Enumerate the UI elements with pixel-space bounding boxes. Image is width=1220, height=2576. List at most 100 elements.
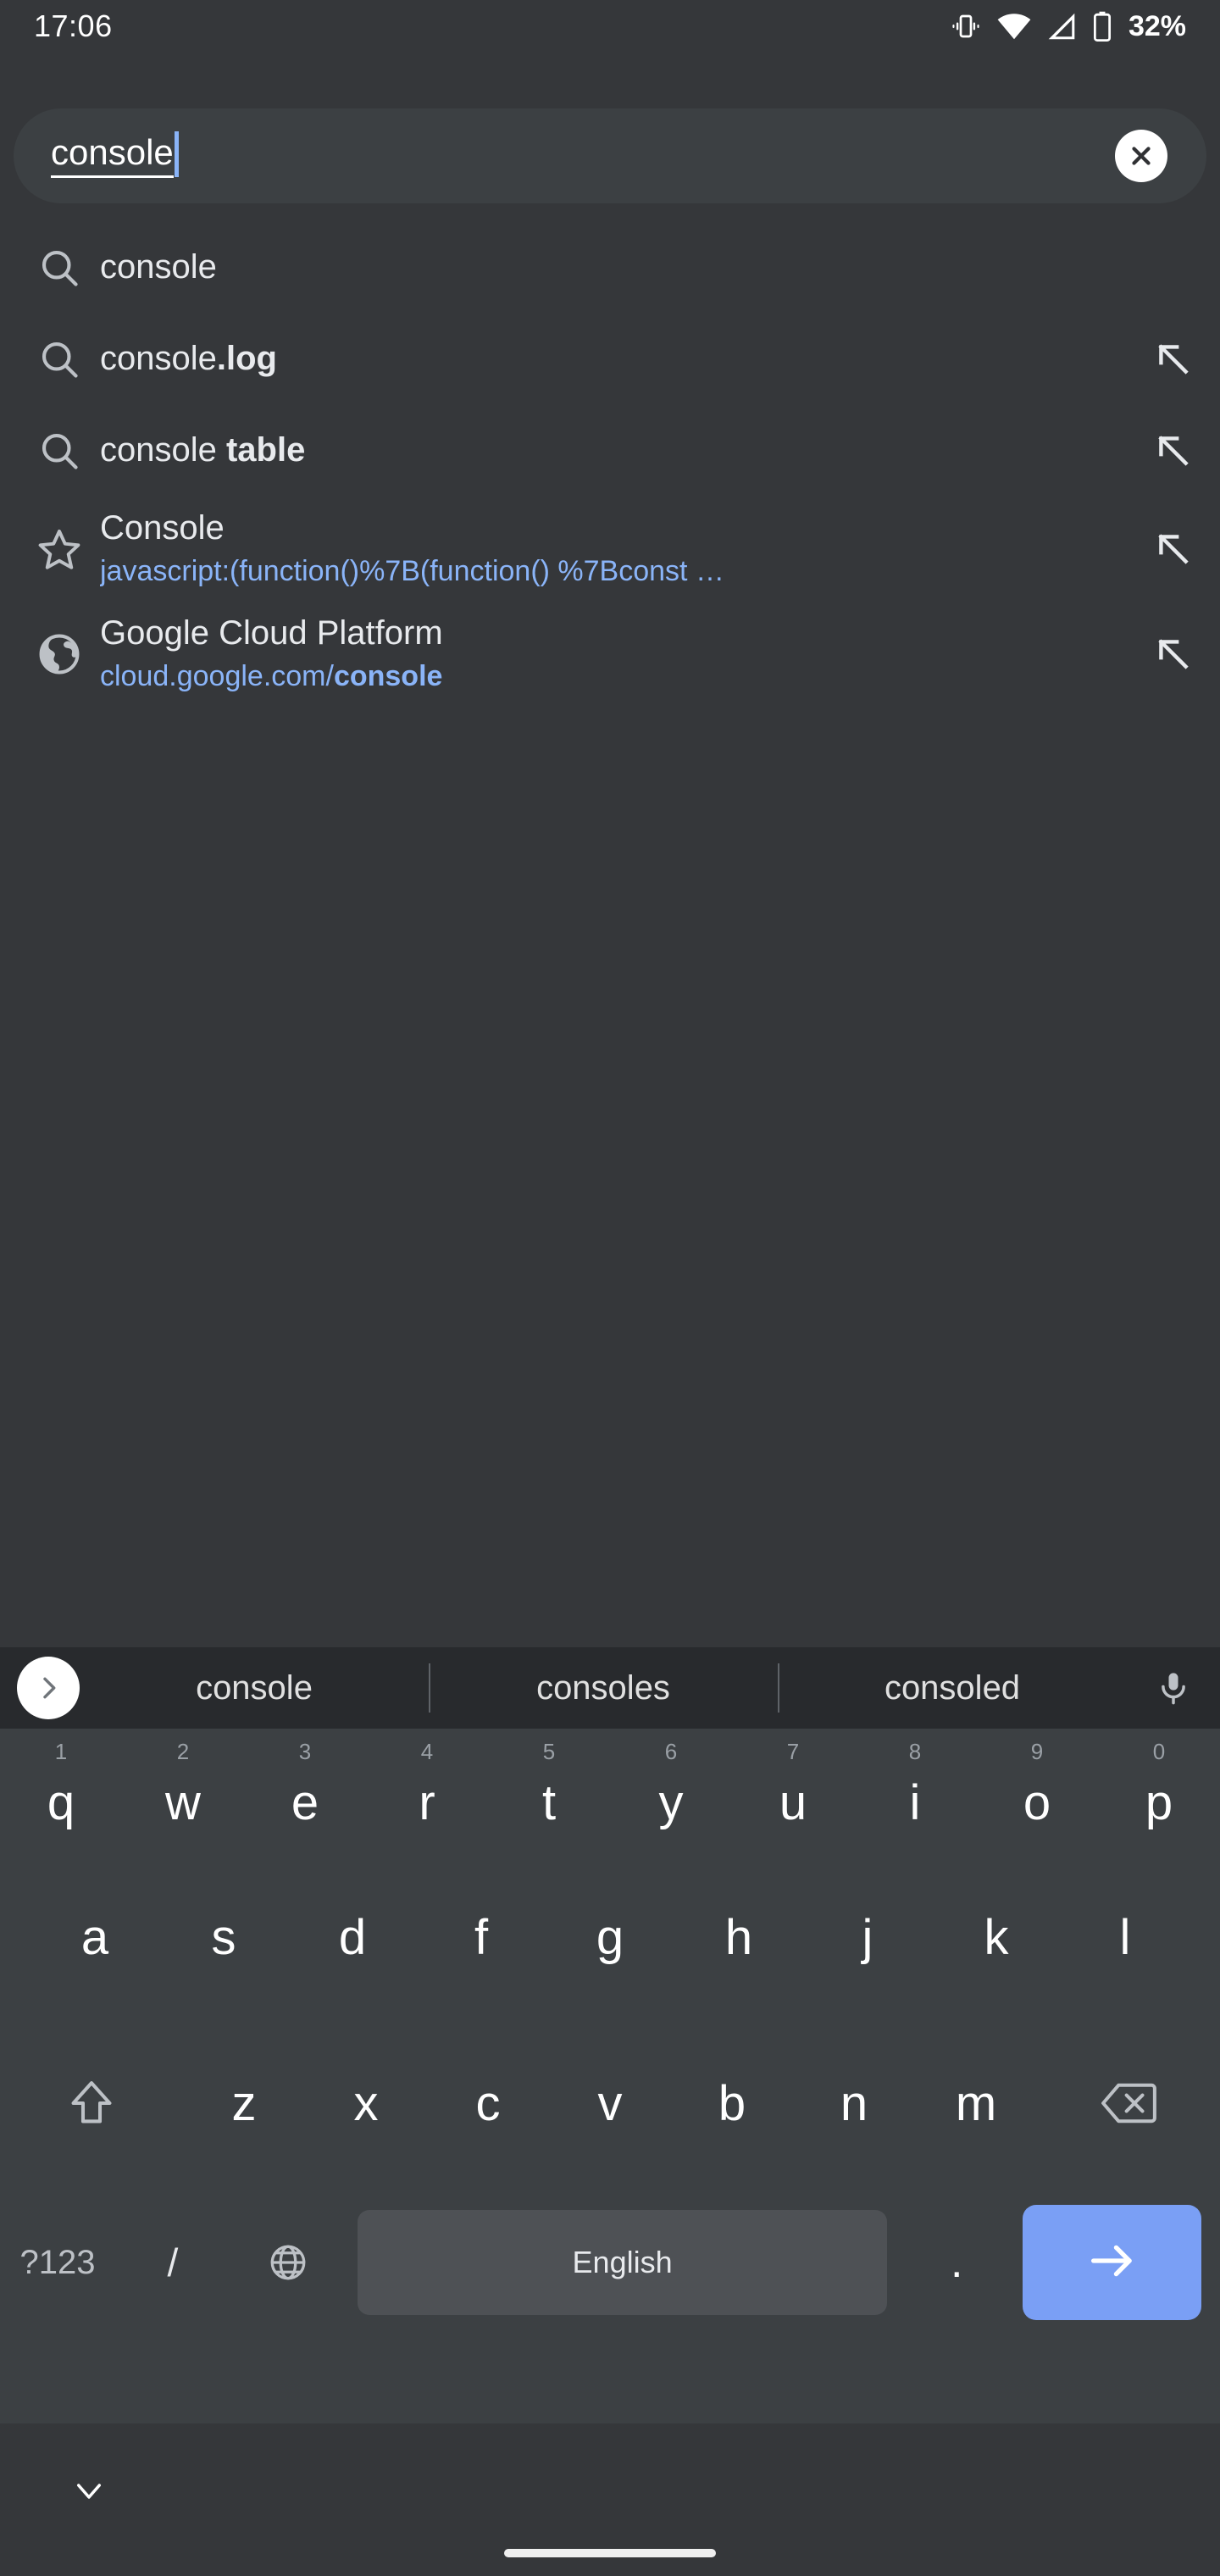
slash-key[interactable]: /	[115, 2186, 230, 2339]
key-q[interactable]: 1q	[0, 1729, 122, 1854]
symbols-key[interactable]: ?123	[0, 2186, 115, 2339]
key-label: t	[541, 1774, 557, 1830]
key-z[interactable]: z	[183, 2020, 305, 2186]
phone-screen: 17:06 32% console console console.log co…	[0, 0, 1220, 2576]
suggestion-title: console	[100, 248, 217, 286]
key-y[interactable]: 6y	[610, 1729, 732, 1854]
space-key[interactable]: English	[357, 2210, 888, 2315]
key-v[interactable]: v	[549, 2020, 671, 2186]
search-input[interactable]: console	[14, 131, 1115, 180]
suggestion-fill-arrow-icon[interactable]	[1127, 528, 1220, 570]
globe-language-icon[interactable]	[230, 2186, 346, 2339]
key-r[interactable]: 4r	[366, 1729, 488, 1854]
keyboard-suggestion-word[interactable]: console	[80, 1669, 429, 1707]
keyboard-suggestion-words: console consoles consoled	[80, 1647, 1127, 1729]
key-label: q	[47, 1774, 75, 1830]
key-label: p	[1145, 1774, 1173, 1830]
key-label: i	[909, 1774, 921, 1830]
star-icon	[19, 525, 100, 573]
enter-key[interactable]	[1023, 2205, 1201, 2320]
key-n[interactable]: n	[793, 2020, 915, 2186]
key-a[interactable]: a	[30, 1854, 159, 2020]
suggestion-subtitle: javascript:(function()%7B(function() %7B…	[100, 554, 724, 587]
battery-percent: 32%	[1128, 9, 1186, 42]
key-t[interactable]: 5t	[488, 1729, 610, 1854]
globe-icon	[19, 630, 100, 678]
suggestion-row[interactable]: console table	[0, 405, 1220, 497]
keyboard-suggestion-word[interactable]: consoled	[778, 1669, 1127, 1707]
search-icon	[19, 429, 100, 473]
key-label: r	[419, 1774, 435, 1830]
key-b[interactable]: b	[671, 2020, 793, 2186]
suggestion-body: console table	[100, 430, 1127, 470]
key-d[interactable]: d	[288, 1854, 417, 2020]
cellular-signal-icon	[1045, 12, 1078, 41]
keyboard-row-2: a s d f g h j k l	[0, 1854, 1220, 2020]
key-number-hint: 1	[54, 1739, 68, 1764]
suggestion-fill-arrow-icon[interactable]	[1127, 430, 1220, 472]
key-number-hint: 2	[176, 1739, 190, 1764]
wifi-icon	[996, 12, 1032, 41]
key-label: y	[658, 1774, 684, 1830]
key-i[interactable]: 8i	[854, 1729, 976, 1854]
status-bar: 17:06 32%	[0, 0, 1220, 53]
microphone-icon[interactable]	[1127, 1666, 1220, 1710]
key-h[interactable]: h	[674, 1854, 803, 2020]
key-label: e	[291, 1774, 319, 1830]
key-p[interactable]: 0p	[1098, 1729, 1220, 1854]
status-time: 17:06	[34, 8, 113, 43]
virtual-keyboard: 1q 2w 3e 4r 5t 6y 7u 8i 9o 0p a s d f g …	[0, 1729, 1220, 2423]
search-icon	[19, 246, 100, 290]
key-u[interactable]: 7u	[732, 1729, 854, 1854]
suggestion-title: console.log	[100, 340, 277, 378]
period-key[interactable]: .	[899, 2186, 1014, 2339]
suggestion-row[interactable]: Google Cloud Platform cloud.google.com/c…	[0, 602, 1220, 707]
keyboard-suggestion-strip: console consoles consoled	[0, 1647, 1220, 1729]
suggestion-title: Google Cloud Platform	[100, 614, 443, 652]
key-w[interactable]: 2w	[122, 1729, 244, 1854]
shift-key[interactable]	[0, 2020, 183, 2186]
key-g[interactable]: g	[546, 1854, 674, 2020]
home-gesture-pill[interactable]	[504, 2549, 716, 2557]
suggestion-row[interactable]: Console javascript:(function()%7B(functi…	[0, 497, 1220, 602]
battery-icon	[1091, 10, 1113, 42]
suggestion-row[interactable]: console	[0, 222, 1220, 314]
vibrate-icon	[949, 11, 983, 42]
keyboard-suggestion-word[interactable]: consoles	[429, 1669, 778, 1707]
arrow-right-icon	[1088, 2241, 1137, 2285]
suggestion-body: console	[100, 247, 1127, 287]
key-label: u	[779, 1774, 807, 1830]
suggestion-title: console table	[100, 431, 306, 469]
key-l[interactable]: l	[1061, 1854, 1190, 2020]
key-number-hint: 0	[1152, 1739, 1166, 1764]
text-cursor	[174, 131, 179, 177]
key-number-hint: 4	[420, 1739, 434, 1764]
keyboard-row-3: z x c v b n m	[0, 2020, 1220, 2186]
key-m[interactable]: m	[915, 2020, 1037, 2186]
key-j[interactable]: j	[803, 1854, 932, 2020]
key-number-hint: 3	[298, 1739, 312, 1764]
omnibox-search-bar[interactable]: console	[14, 108, 1206, 203]
suggestion-subtitle: cloud.google.com/console	[100, 659, 443, 692]
backspace-key[interactable]	[1037, 2020, 1220, 2186]
key-c[interactable]: c	[427, 2020, 549, 2186]
key-number-hint: 9	[1030, 1739, 1044, 1764]
key-s[interactable]: s	[159, 1854, 288, 2020]
chevron-right-icon[interactable]	[17, 1657, 80, 1719]
key-label: o	[1023, 1774, 1051, 1830]
key-k[interactable]: k	[932, 1854, 1061, 2020]
navigation-bar	[0, 2423, 1220, 2576]
suggestion-fill-arrow-icon[interactable]	[1127, 338, 1220, 380]
suggestion-body: Google Cloud Platform cloud.google.com/c…	[100, 613, 1127, 694]
key-number-hint: 5	[542, 1739, 556, 1764]
suggestion-fill-arrow-icon[interactable]	[1127, 633, 1220, 675]
suggestion-title: Console	[100, 509, 225, 547]
key-x[interactable]: x	[305, 2020, 427, 2186]
clear-search-button[interactable]	[1115, 130, 1167, 182]
key-o[interactable]: 9o	[976, 1729, 1098, 1854]
key-f[interactable]: f	[417, 1854, 546, 2020]
hide-keyboard-chevron-down-icon[interactable]	[51, 2466, 127, 2517]
suggestion-row[interactable]: console.log	[0, 314, 1220, 405]
suggestion-body: console.log	[100, 339, 1127, 379]
key-e[interactable]: 3e	[244, 1729, 366, 1854]
